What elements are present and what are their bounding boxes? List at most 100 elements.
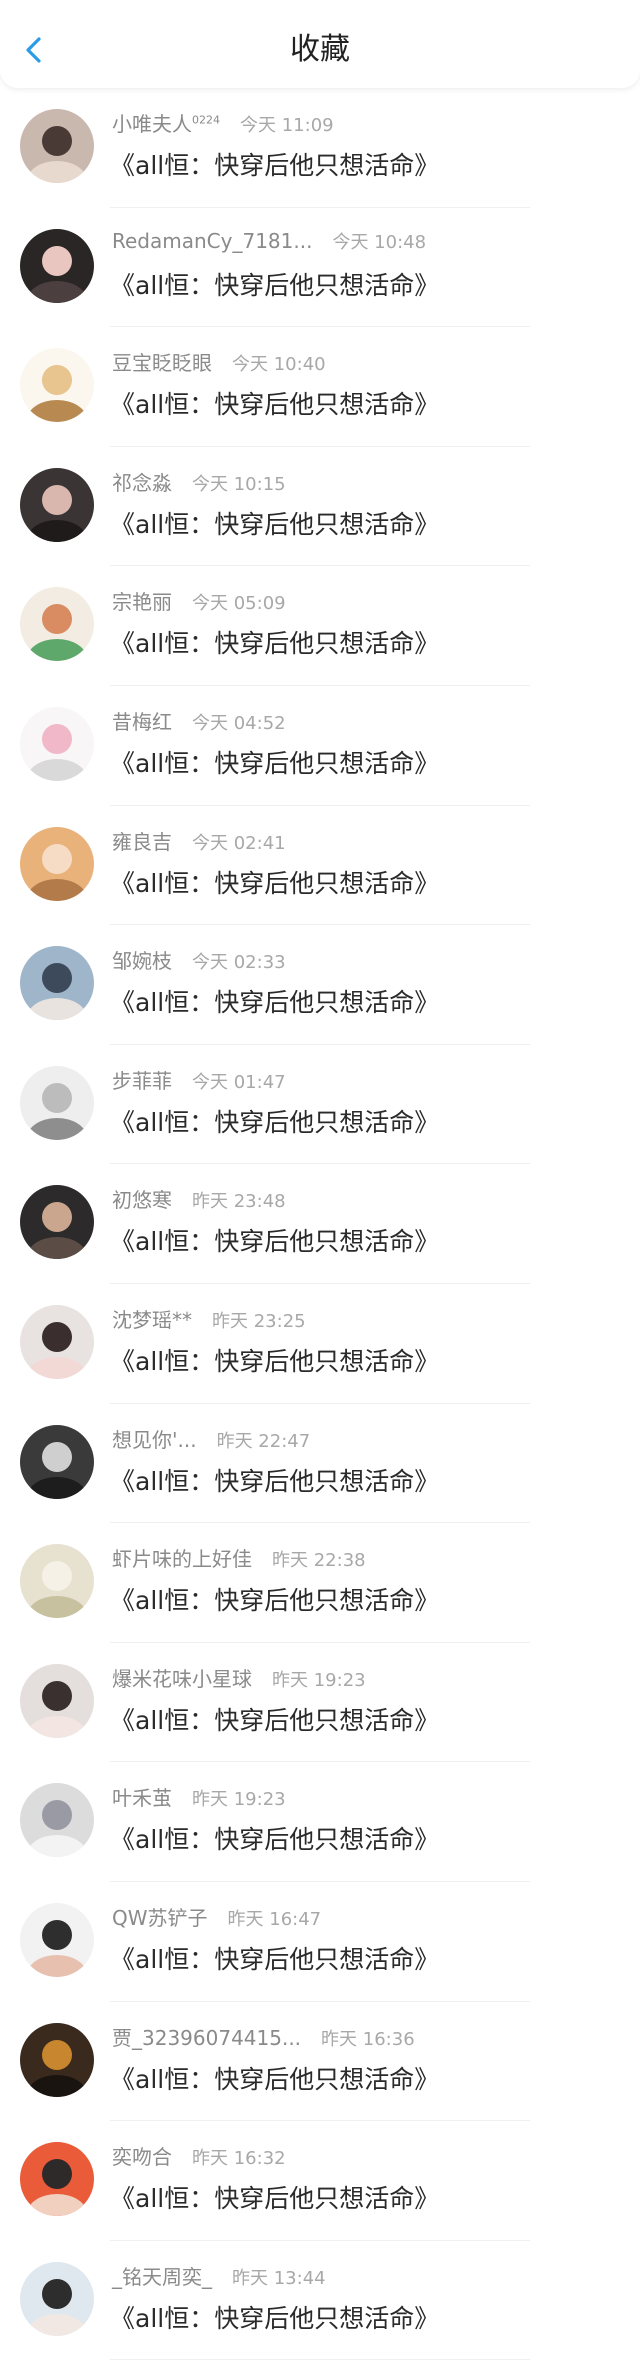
item-meta: 贾_32396074415... 昨天 16:36 (112, 2022, 415, 2052)
username[interactable]: 祁念淼 (112, 467, 172, 496)
favorited-title[interactable]: 《all恒：快穿后他只想活命》 (110, 624, 439, 660)
avatar[interactable] (20, 1065, 94, 1140)
avatar[interactable] (20, 1783, 94, 1858)
avatar[interactable] (20, 1185, 94, 1260)
timestamp: 昨天 13:44 (232, 2267, 326, 2289)
user-avatar-icon (20, 2142, 94, 2217)
user-avatar-icon (20, 587, 94, 662)
avatar[interactable] (20, 2022, 94, 2097)
avatar[interactable] (20, 348, 94, 423)
username[interactable]: 步菲菲 (112, 1065, 172, 1094)
favorite-item[interactable]: QW苏铲子 昨天 16:47 《all恒：快穿后他只想活命》 (0, 1882, 640, 2002)
username[interactable]: 贾_32396074415... (112, 2022, 301, 2051)
avatar[interactable] (20, 1424, 94, 1499)
favorite-item[interactable]: 昔梅红 今天 04:52 《all恒：快穿后他只想活命》 (0, 686, 640, 806)
favorites-list: 小唯夫人0224 今天 11:09 《all恒：快穿后他只想活命》 RedamanCy… (0, 88, 640, 2364)
favorited-title[interactable]: 《all恒：快穿后他只想活命》 (110, 744, 439, 780)
avatar[interactable] (20, 467, 94, 542)
avatar[interactable] (20, 1544, 94, 1619)
favorite-item[interactable]: 祁念淼 今天 10:15 《all恒：快穿后他只想活命》 (0, 447, 640, 567)
username-text: 雍良吉 (112, 829, 172, 854)
avatar[interactable] (20, 826, 94, 901)
username[interactable]: 豆宝眨眨眼 (112, 347, 212, 376)
username[interactable]: 昔梅红 (112, 706, 172, 735)
favorited-title[interactable]: 《all恒：快穿后他只想活命》 (110, 2179, 439, 2215)
favorited-title[interactable]: 《all恒：快穿后他只想活命》 (110, 1222, 439, 1258)
avatar[interactable] (20, 587, 94, 662)
avatar[interactable] (20, 2261, 94, 2336)
username[interactable]: 叶禾茧 (112, 1782, 172, 1811)
avatar[interactable] (20, 2142, 94, 2217)
favorited-title[interactable]: 《all恒：快穿后他只想活命》 (110, 1103, 439, 1139)
username-text: 祁念淼 (112, 470, 172, 495)
avatar[interactable] (20, 706, 94, 781)
favorited-title[interactable]: 《all恒：快穿后他只想活命》 (110, 2299, 439, 2335)
username[interactable]: QW苏铲子 (112, 1902, 208, 1931)
user-avatar-icon (20, 706, 94, 781)
username[interactable]: 爆米花味小星球 (112, 1663, 252, 1692)
username[interactable]: 想见你'... (112, 1424, 197, 1453)
user-avatar-icon (20, 2022, 94, 2097)
item-meta: 叶禾茧 昨天 19:23 (112, 1782, 286, 1812)
favorite-item[interactable]: 沈梦瑶** 昨天 23:25 《all恒：快穿后他只想活命》 (0, 1284, 640, 1404)
favorited-title[interactable]: 《all恒：快穿后他只想活命》 (110, 266, 439, 302)
favorited-title[interactable]: 《all恒：快穿后他只想活命》 (110, 1462, 439, 1498)
username-text: 初悠寒 (112, 1188, 172, 1213)
user-avatar-icon (20, 946, 94, 1021)
username[interactable]: 初悠寒 (112, 1184, 172, 1213)
username[interactable]: 邹婉枝 (112, 945, 172, 974)
username[interactable]: 虾片味的上好佳 (112, 1543, 252, 1572)
favorite-item[interactable]: 步菲菲 今天 01:47 《all恒：快穿后他只想活命》 (0, 1045, 640, 1165)
username[interactable]: 宗艳丽 (112, 586, 172, 615)
user-avatar-icon (20, 1424, 94, 1499)
favorited-title[interactable]: 《all恒：快穿后他只想活命》 (110, 1820, 439, 1856)
favorite-item[interactable]: 想见你'... 昨天 22:47 《all恒：快穿后他只想活命》 (0, 1404, 640, 1524)
username-text: 爆米花味小星球 (112, 1666, 252, 1691)
username[interactable]: RedamanCy_7181... (112, 229, 312, 253)
favorite-item[interactable]: 爆米花味小星球 昨天 19:23 《all恒：快穿后他只想活命》 (0, 1643, 640, 1763)
favorite-item[interactable]: 奕吻合 昨天 16:32 《all恒：快穿后他只想活命》 (0, 2121, 640, 2241)
favorite-item[interactable]: 初悠寒 昨天 23:48 《all恒：快穿后他只想活命》 (0, 1164, 640, 1284)
favorite-item[interactable]: 小唯夫人0224 今天 11:09 《all恒：快穿后他只想活命》 (0, 88, 640, 208)
favorited-title[interactable]: 《all恒：快穿后他只想活命》 (110, 1342, 439, 1378)
avatar[interactable] (20, 946, 94, 1021)
username-text: 宗艳丽 (112, 590, 172, 615)
timestamp: 昨天 19:23 (272, 1669, 366, 1691)
favorited-title[interactable]: 《all恒：快穿后他只想活命》 (110, 1581, 439, 1617)
favorited-title[interactable]: 《all恒：快穿后他只想活命》 (110, 864, 439, 900)
item-meta: 步菲菲 今天 01:47 (112, 1065, 286, 1095)
avatar[interactable] (20, 1902, 94, 1977)
username[interactable]: 雍良吉 (112, 826, 172, 855)
favorite-item[interactable]: 宗艳丽 今天 05:09 《all恒：快穿后他只想活命》 (0, 566, 640, 686)
favorited-title[interactable]: 《all恒：快穿后他只想活命》 (110, 1940, 439, 1976)
avatar[interactable] (20, 1663, 94, 1738)
favorited-title[interactable]: 《all恒：快穿后他只想活命》 (110, 146, 439, 182)
user-avatar-icon (20, 1902, 94, 1977)
favorite-item[interactable]: _铭天周奕_ 昨天 13:44 《all恒：快穿后他只想活命》 (0, 2241, 640, 2361)
username[interactable]: 小唯夫人0224 (112, 108, 220, 137)
favorite-item[interactable]: 邹婉枝 今天 02:33 《all恒：快穿后他只想活命》 (0, 925, 640, 1045)
favorite-item[interactable]: 豆宝眨眨眼 今天 10:40 《all恒：快穿后他只想活命》 (0, 327, 640, 447)
favorite-item[interactable]: 贾_32396074415... 昨天 16:36 《all恒：快穿后他只想活命》 (0, 2002, 640, 2122)
favorited-title[interactable]: 《all恒：快穿后他只想活命》 (110, 385, 439, 421)
timestamp: 今天 02:33 (192, 952, 286, 974)
timestamp: 昨天 22:47 (216, 1430, 311, 1452)
favorite-item[interactable]: 虾片味的上好佳 昨天 22:38 《all恒：快穿后他只想活命》 (0, 1523, 640, 1643)
username[interactable]: _铭天周奕_ (112, 2261, 212, 2290)
avatar[interactable] (20, 1304, 94, 1379)
username[interactable]: 奕吻合 (112, 2141, 172, 2170)
favorited-title[interactable]: 《all恒：快穿后他只想活命》 (110, 2060, 439, 2096)
avatar[interactable] (20, 109, 94, 183)
item-meta: 沈梦瑶** 昨天 23:25 (112, 1304, 306, 1334)
favorite-item[interactable]: 叶禾茧 昨天 19:23 《all恒：快穿后他只想活命》 (0, 1762, 640, 1882)
favorite-item[interactable]: 雍良吉 今天 02:41 《all恒：快穿后他只想活命》 (0, 806, 640, 926)
avatar[interactable] (20, 228, 94, 303)
item-meta: RedamanCy_7181... 今天 10:48 (112, 228, 426, 258)
favorited-title[interactable]: 《all恒：快穿后他只想活命》 (110, 1701, 439, 1737)
favorited-title[interactable]: 《all恒：快穿后他只想活命》 (110, 505, 439, 541)
username[interactable]: 沈梦瑶** (112, 1304, 192, 1333)
favorite-item[interactable]: RedamanCy_7181... 今天 10:48 《all恒：快穿后他只想活命》 (0, 208, 640, 328)
item-meta: 虾片味的上好佳 昨天 22:38 (112, 1543, 366, 1573)
username-text: 豆宝眨眨眼 (112, 351, 212, 376)
favorited-title[interactable]: 《all恒：快穿后他只想活命》 (110, 983, 439, 1019)
